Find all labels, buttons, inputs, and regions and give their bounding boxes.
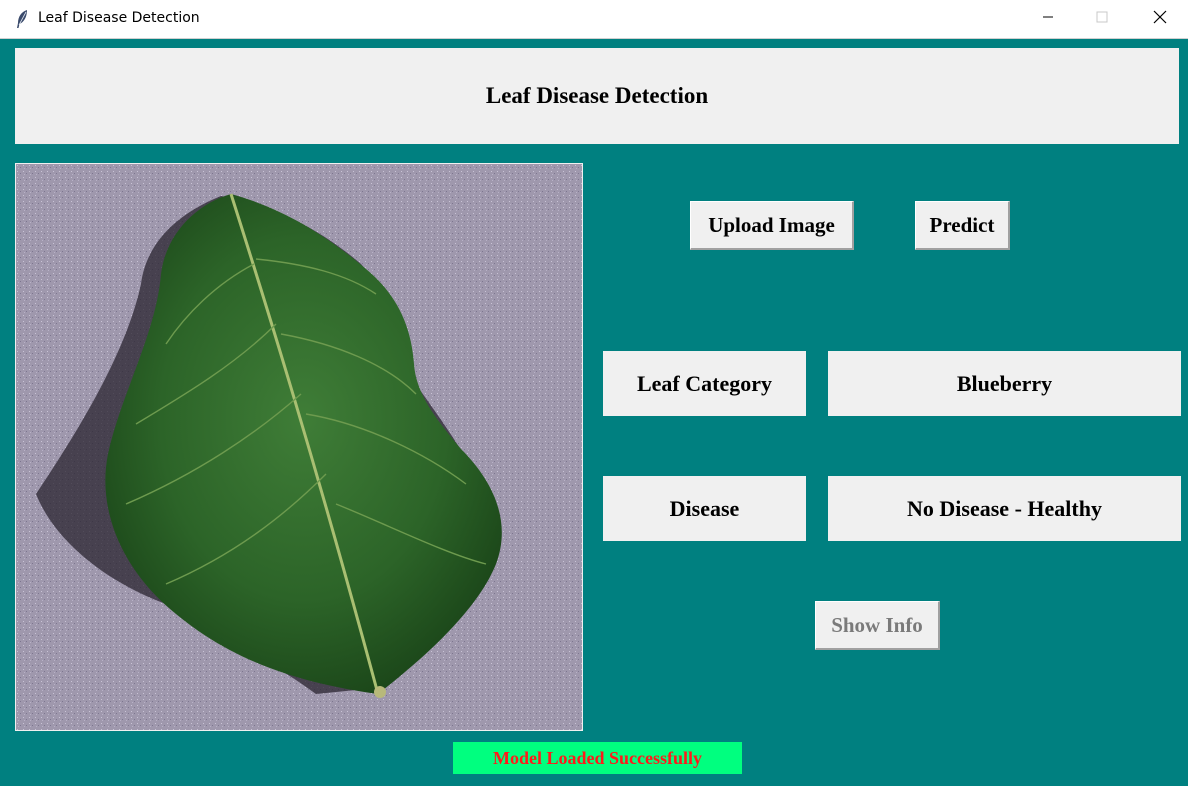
page-title: Leaf Disease Detection bbox=[485, 83, 709, 108]
app-window: Leaf Disease Detection Leaf Disease Dete… bbox=[0, 0, 1188, 786]
leaf-image bbox=[15, 163, 583, 731]
show-info-button[interactable]: Show Info bbox=[815, 601, 940, 650]
title-bar[interactable]: Leaf Disease Detection bbox=[0, 0, 1188, 39]
leaf-category-value: Blueberry bbox=[828, 351, 1181, 416]
maximize-icon bbox=[1096, 10, 1108, 28]
close-button[interactable] bbox=[1137, 0, 1183, 38]
feather-icon bbox=[15, 9, 29, 29]
maximize-button[interactable] bbox=[1079, 0, 1125, 38]
predict-button[interactable]: Predict bbox=[915, 201, 1010, 250]
close-icon bbox=[1153, 10, 1167, 29]
header-banner: Leaf Disease Detection bbox=[15, 48, 1179, 144]
minimize-icon bbox=[1042, 10, 1054, 28]
upload-image-button[interactable]: Upload Image bbox=[690, 201, 854, 250]
window-title: Leaf Disease Detection bbox=[38, 10, 200, 26]
disease-value: No Disease - Healthy bbox=[828, 476, 1181, 541]
leaf-category-label: Leaf Category bbox=[603, 351, 806, 416]
disease-label: Disease bbox=[603, 476, 806, 541]
status-message: Model Loaded Successfully bbox=[453, 742, 742, 774]
minimize-button[interactable] bbox=[1025, 0, 1071, 38]
